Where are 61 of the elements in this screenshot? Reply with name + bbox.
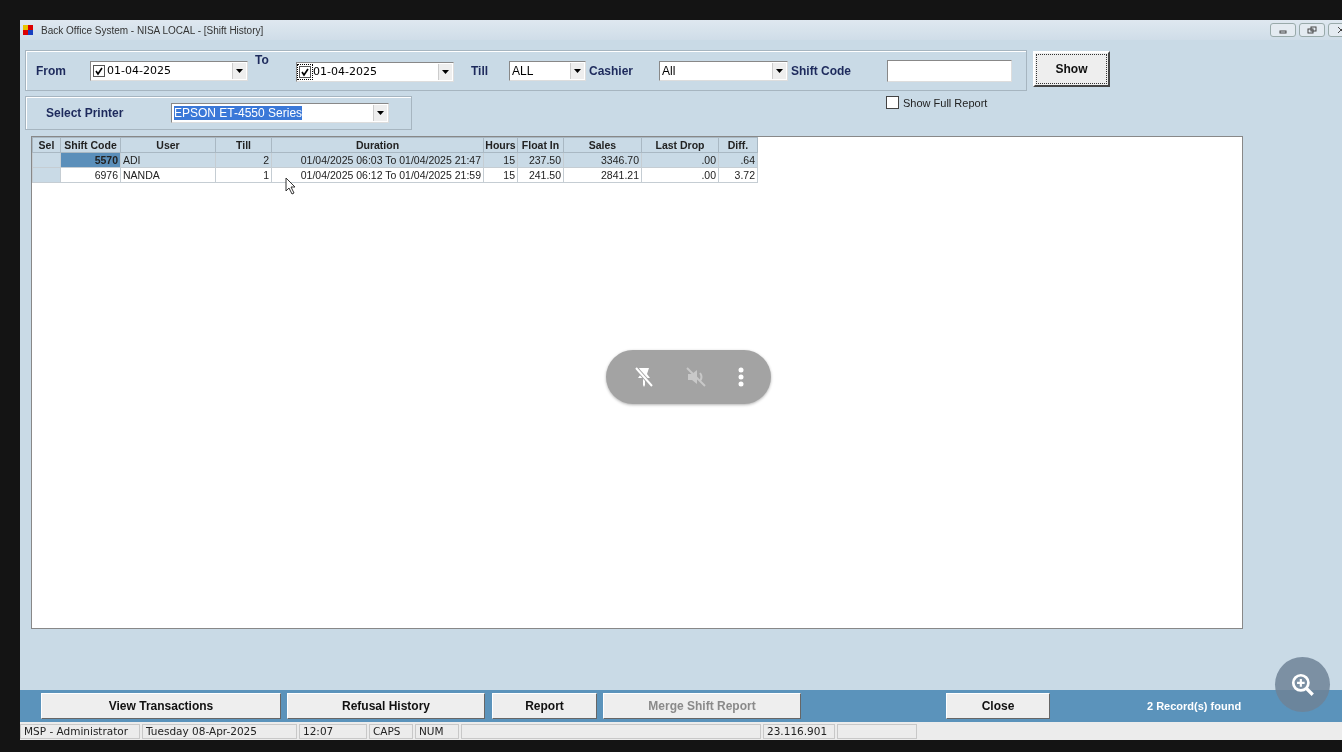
shift-code-label: Shift Code [791, 63, 852, 78]
dropdown-arrow-icon [776, 68, 783, 73]
till-dropdown[interactable]: ALL [509, 60, 586, 81]
dropdown-arrow-icon [442, 69, 449, 74]
zoom-in-icon [1289, 671, 1316, 698]
restore-icon [1307, 26, 1317, 34]
column-header[interactable]: Hours [483, 137, 518, 153]
from-date-picker[interactable]: 01-04-2025 [90, 60, 248, 81]
shift-code-field[interactable] [887, 59, 1012, 82]
to-label: To [255, 53, 270, 67]
mouse-pointer-icon [285, 177, 297, 195]
column-header[interactable]: Sales [563, 137, 642, 153]
show-full-report-checkbox[interactable]: Show Full Report [886, 96, 988, 109]
dropdown-arrow-icon [377, 111, 384, 115]
table-cell: 2841.21 [563, 167, 642, 183]
till-label: Till [471, 63, 490, 78]
table-cell: 01/04/2025 06:12 To 01/04/2025 21:59 [271, 167, 484, 183]
checkmark-icon [300, 66, 310, 77]
table-cell: 241.50 [517, 167, 564, 183]
to-date-picker[interactable]: 01-04-2025 [296, 61, 454, 82]
record-count: 2 Record(s) found [1147, 700, 1242, 712]
checkmark-icon [94, 65, 104, 76]
minimize-button[interactable] [1270, 23, 1296, 37]
column-header[interactable]: Sel [32, 137, 61, 153]
table-cell: .00 [641, 167, 719, 183]
status-pane: MSP - Administrator [20, 723, 140, 739]
from-label: From [36, 63, 67, 78]
checkbox[interactable] [93, 64, 105, 77]
column-header[interactable]: User [120, 137, 216, 153]
restore-button[interactable] [1299, 23, 1325, 37]
status-pane: 12:07 [299, 723, 367, 739]
more-options-icon[interactable] [736, 365, 745, 389]
app-icon [23, 25, 33, 35]
table-cell: 3.72 [718, 167, 758, 183]
action-button[interactable]: Report [492, 693, 597, 719]
column-header[interactable]: Duration [271, 137, 484, 153]
cashier-dropdown[interactable]: All [659, 60, 788, 81]
table-cell: 15 [483, 167, 518, 183]
select-printer-label: Select Printer [46, 106, 125, 120]
window-title: Back Office System - NISA LOCAL - [Shift History] [41, 24, 264, 36]
status-pane: Tuesday 08-Apr-2025 [142, 723, 297, 739]
table-cell: 1 [215, 167, 272, 183]
action-button[interactable]: View Transactions [41, 693, 281, 719]
cashier-label: Cashier [589, 63, 635, 78]
status-pane: CAPS [369, 723, 413, 739]
checkbox[interactable] [299, 65, 311, 78]
column-header[interactable]: Float In [517, 137, 564, 153]
status-pane: 23.116.901 [763, 723, 835, 739]
table-cell: NANDA [120, 167, 216, 183]
dropdown-arrow-icon [574, 68, 581, 73]
dropdown-arrow-icon [236, 68, 243, 73]
action-button[interactable]: Close [946, 693, 1050, 719]
status-pane: NUM [415, 723, 459, 739]
column-header[interactable]: Diff. [718, 137, 758, 153]
column-header[interactable]: Last Drop [641, 137, 719, 153]
show-button[interactable]: Show [1033, 51, 1110, 87]
printer-dropdown[interactable]: EPSON ET-4550 Series [171, 103, 389, 123]
action-button[interactable]: Refusal History [287, 693, 485, 719]
table-cell: 6976 [60, 167, 121, 183]
column-header[interactable]: Till [215, 137, 272, 153]
column-header[interactable]: Shift Code [60, 137, 121, 153]
